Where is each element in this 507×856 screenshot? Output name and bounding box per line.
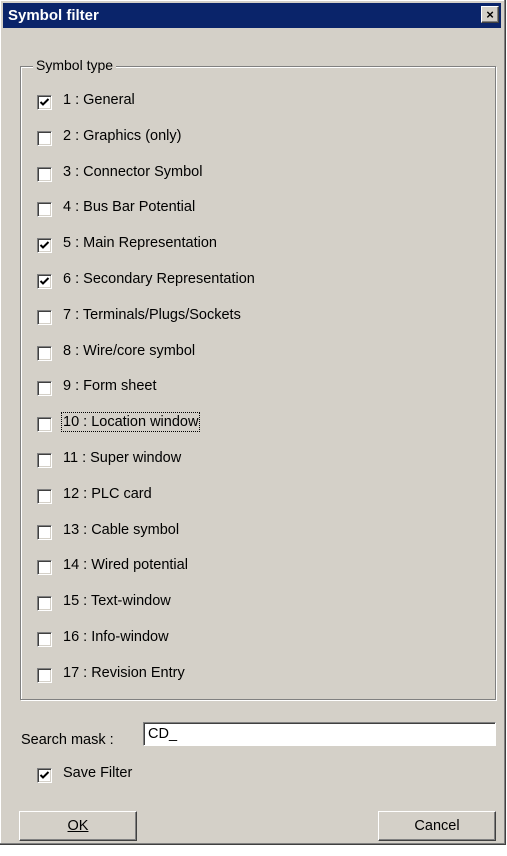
cancel-button-label: Cancel (414, 818, 460, 834)
search-mask-input[interactable] (143, 722, 496, 746)
symbol-type-label: 6 : Secondary Representation (63, 271, 255, 287)
symbol-type-label: 2 : Graphics (only) (63, 127, 182, 144)
symbol-type-label: 8 : Wire/core symbol (63, 342, 196, 359)
checkmark-icon (39, 277, 50, 285)
symbol-filter-dialog: Symbol filter × Symbol type 1 : General 2… (0, 0, 506, 845)
checkbox-box[interactable] (37, 95, 52, 110)
group-legend: Symbol type (33, 57, 117, 73)
checkbox-box[interactable] (37, 596, 52, 612)
checkbox-box[interactable] (37, 632, 52, 647)
checkbox-box[interactable] (37, 309, 52, 325)
symbol-type-label: 5 : Main Representation (63, 235, 217, 252)
symbol-type-label: 14 : Wired potential (63, 557, 188, 574)
symbol-type-label: 16 : Info-window (63, 629, 169, 645)
symbol-type-label: 3 : Connector Symbol (63, 163, 203, 180)
ok-button[interactable]: OK (19, 811, 137, 841)
ok-button-label: OK (67, 818, 89, 834)
checkbox-box[interactable] (37, 345, 52, 361)
checkbox-box[interactable] (37, 768, 52, 783)
symbol-type-label: 13 : Cable symbol (63, 521, 180, 538)
checkbox-box[interactable] (37, 274, 52, 289)
symbol-type-label: 1 : General (63, 92, 135, 108)
checkbox-box[interactable] (37, 560, 52, 576)
symbol-type-label: 10 : Location window (60, 412, 201, 433)
symbol-type-label: 4 : Bus Bar Potential (63, 199, 196, 216)
symbol-type-label: 12 : PLC card (63, 485, 152, 502)
symbol-type-label: 7 : Terminals/Plugs/Sockets (63, 306, 241, 323)
save-filter-label: Save Filter (63, 765, 133, 781)
checkbox-box[interactable] (37, 453, 52, 468)
symbol-type-label: 17 : Revision Entry (63, 664, 185, 681)
symbol-type-label: 9 : Form sheet (63, 378, 157, 395)
checkbox-box[interactable] (37, 524, 52, 540)
checkbox-box[interactable] (37, 166, 52, 182)
checkbox-box[interactable] (37, 417, 52, 433)
title-bar[interactable]: Symbol filter × (3, 3, 501, 28)
symbol-type-label: 15 : Text-window (63, 593, 171, 610)
checkmark-icon (39, 98, 50, 106)
symbol-type-group: Symbol type 1 : General 2 : Graphics (onl… (20, 57, 496, 700)
checkbox-box[interactable] (37, 488, 52, 504)
checkbox-box[interactable] (37, 202, 52, 218)
checkbox-box[interactable] (37, 130, 52, 146)
symbol-type-label: 11 : Super window (63, 450, 182, 466)
close-button[interactable]: × (481, 6, 499, 23)
cancel-button[interactable]: Cancel (378, 811, 496, 841)
close-icon: × (486, 7, 494, 22)
checkbox-box[interactable] (37, 238, 52, 254)
checkmark-icon (39, 241, 50, 250)
checkbox-box[interactable] (37, 667, 52, 683)
window-title: Symbol filter (8, 7, 99, 24)
checkmark-icon (39, 771, 50, 779)
checkbox-box[interactable] (37, 381, 52, 397)
search-mask-label: Search mask : (21, 732, 114, 748)
